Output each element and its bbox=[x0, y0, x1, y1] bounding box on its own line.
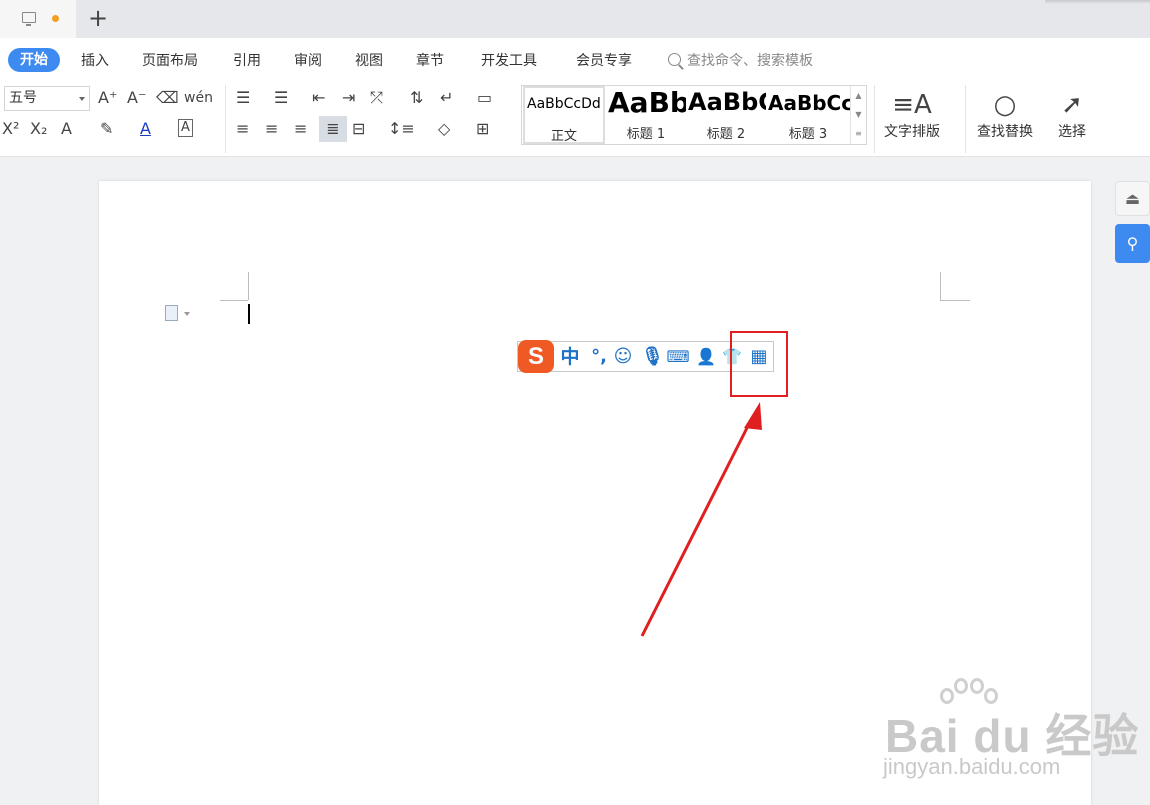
collapse-panel-button[interactable]: ⏏ bbox=[1115, 181, 1150, 216]
assistant-panel-button[interactable]: ⚲ bbox=[1115, 224, 1150, 263]
watermark-url: jingyan.baidu.com bbox=[883, 754, 1061, 779]
